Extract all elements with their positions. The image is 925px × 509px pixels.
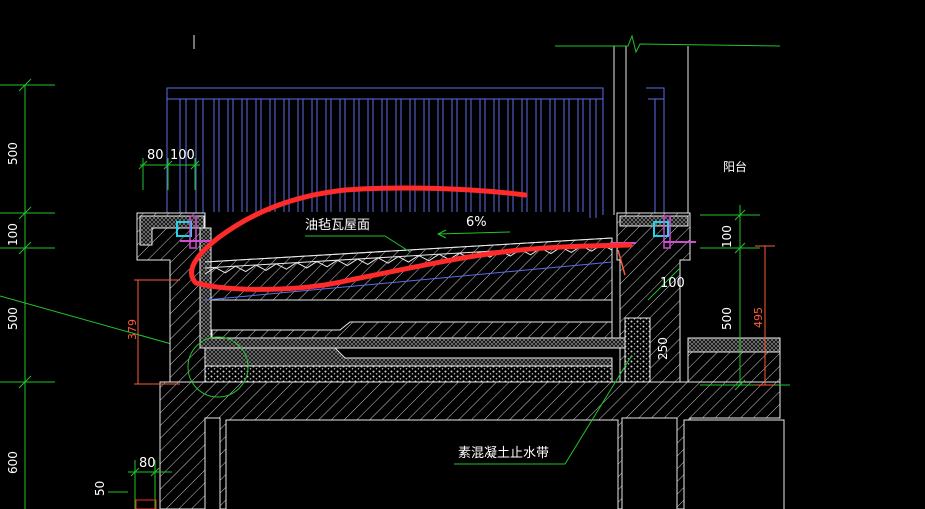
break-line [555,34,781,54]
dim-100-top: 100 [170,148,195,163]
slope-label: 6% [466,215,487,230]
left-dim-600: 600 [6,451,20,474]
right-dim-495: 495 [752,307,765,328]
roof-label: 油毡瓦屋面 [305,218,370,233]
right-railing-post [646,87,665,215]
dim-379: 379 [126,319,139,340]
left-dim-500-top: 500 [6,142,20,165]
railing-balusters [213,99,584,212]
right-dim-100-b: 100 [660,276,685,291]
left-dim-100: 100 [6,223,20,246]
right-dim-100-a: 100 [720,225,734,248]
roof-label-leader [305,235,411,253]
balcony-label: 阳台 [723,159,747,174]
red-marker [135,499,157,509]
cad-drawing-canvas[interactable]: 500 100 500 600 80 100 379 100 500 495 1… [0,0,925,509]
waterstop-label: 素混凝土止水带 [458,445,549,461]
left-dim-500-mid: 500 [6,307,20,330]
dim-50: 50 [93,481,107,496]
right-dim-500: 500 [720,307,734,330]
slope-arrow [436,229,511,239]
dim-80-bottom: 80 [139,456,156,471]
dim-80-top: 80 [147,148,164,163]
dim-250: 250 [656,337,670,360]
railing[interactable] [166,87,604,218]
